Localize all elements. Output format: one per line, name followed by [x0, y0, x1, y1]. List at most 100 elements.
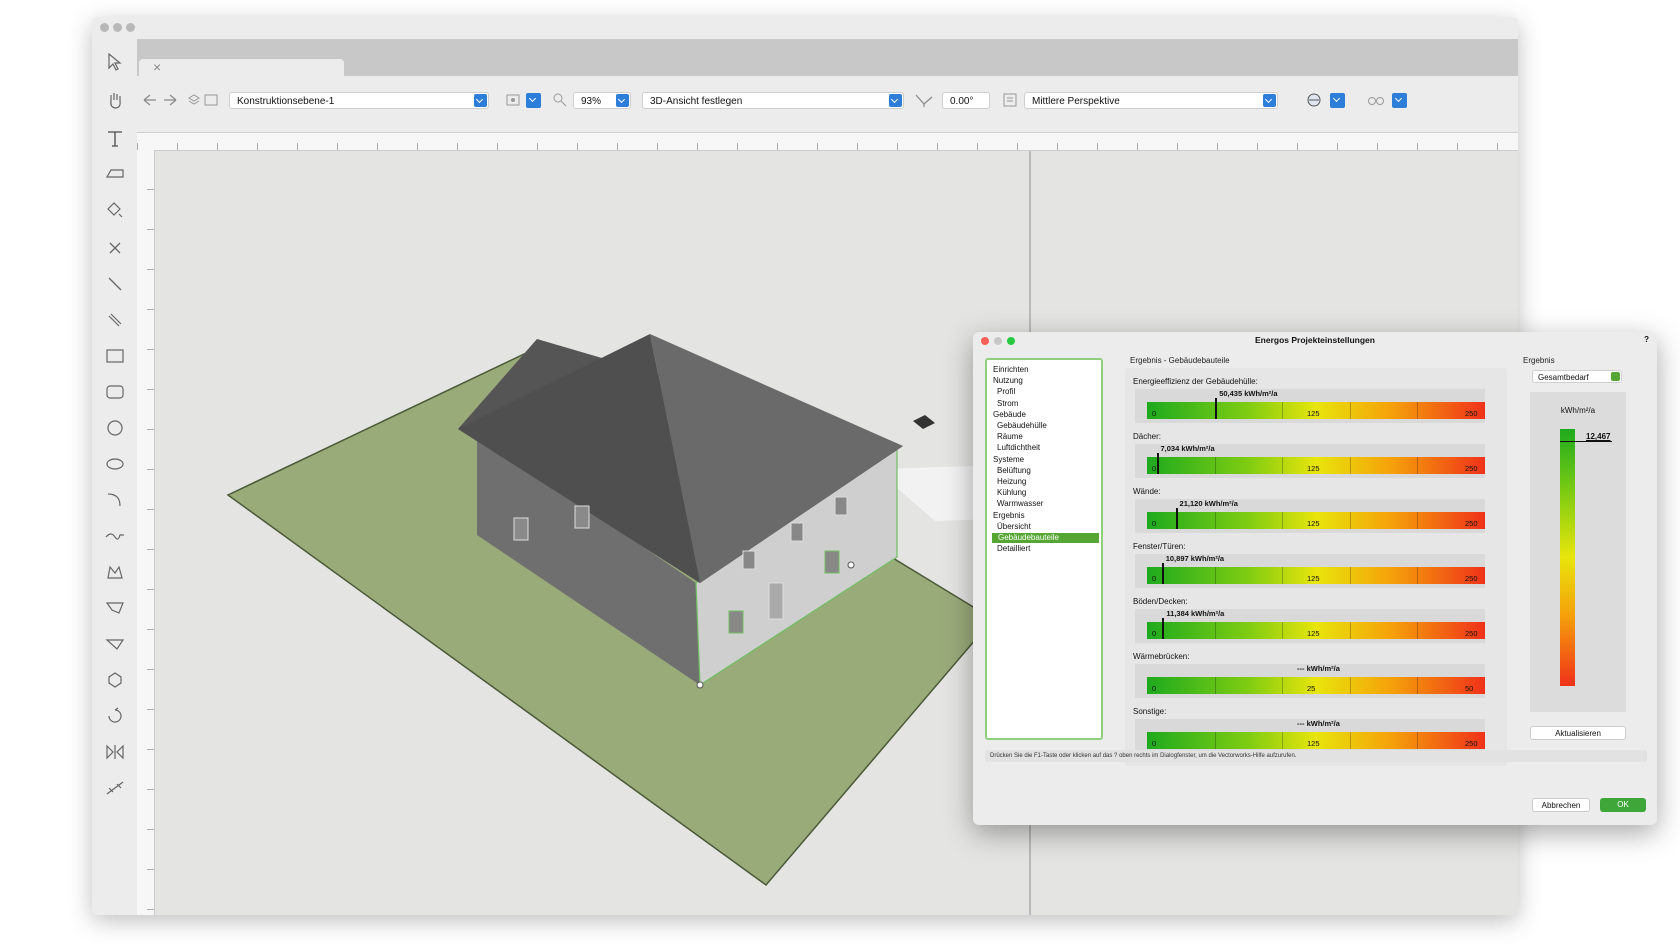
dialog-title: Energos Projekteinstellungen [1255, 335, 1375, 345]
help-button[interactable]: ? [1644, 335, 1649, 344]
projection-icon[interactable] [1002, 92, 1018, 108]
front-door [768, 582, 784, 620]
bar-gridline [1417, 677, 1419, 694]
circle-tool-icon[interactable] [100, 413, 130, 443]
nav-item[interactable]: Gebäudebauteile [992, 533, 1099, 543]
nav-item[interactable]: Strom [997, 399, 1018, 409]
bar-gridline [1282, 622, 1284, 639]
nav-item[interactable]: Luftdichtheit [997, 443, 1040, 453]
axis-tick-label: 125 [1307, 629, 1320, 638]
visibility-glasses-icon[interactable] [1367, 92, 1385, 108]
layer-select-value: Konstruktionsebene-1 [237, 96, 335, 107]
callout-tool-icon[interactable] [100, 159, 130, 189]
nav-item[interactable]: Ergebnis [993, 511, 1025, 521]
component-bar-track: 7,034 kWh/m²/a 0 125 250 [1135, 444, 1485, 478]
nav-item[interactable]: Systeme [993, 455, 1024, 465]
cancel-button[interactable]: Abbrechen [1532, 798, 1590, 812]
nav-item[interactable]: Detailliert [997, 544, 1030, 554]
rotate-plane-icon[interactable] [914, 92, 934, 108]
bar-gridline [1282, 457, 1284, 474]
rounded-rectangle-tool-icon[interactable] [100, 377, 130, 407]
dialog-zoom-button[interactable] [1007, 337, 1015, 345]
perspective-select-value: Mittlere Perspektive [1032, 96, 1120, 107]
double-line-tool-icon[interactable] [100, 305, 130, 335]
render-mode-dropdown[interactable] [526, 93, 541, 108]
arc-tool-icon[interactable] [100, 485, 130, 515]
layers-icon[interactable] [187, 93, 219, 107]
nav-item[interactable]: Warmwasser [997, 499, 1043, 509]
lighting-icon[interactable] [1305, 91, 1323, 109]
pan-tool-icon[interactable] [100, 85, 130, 115]
nav-item[interactable]: Gebäudehülle [997, 421, 1047, 431]
bar-gridline [1282, 732, 1284, 749]
regular-polygon-tool-icon[interactable] [100, 665, 130, 695]
bar-gridline [1349, 567, 1351, 584]
view-select[interactable]: 3D-Ansicht festlegen [642, 92, 904, 109]
zoom-window-button[interactable] [126, 23, 135, 32]
nav-item[interactable]: Kühlung [997, 488, 1026, 498]
bar-gridline [1214, 457, 1216, 474]
view-bar: Konstruktionsebene-1 93% 3D-Ansicht fest… [137, 76, 1518, 133]
delete-tool-icon[interactable] [100, 233, 130, 263]
close-window-button[interactable] [100, 23, 109, 32]
text-tool-icon[interactable] [100, 123, 130, 153]
axis-tick-label: 125 [1307, 739, 1320, 748]
update-button[interactable]: Aktualisieren [1530, 726, 1626, 740]
total-demand-gauge: kWh/m²/a 12,467 [1530, 392, 1626, 712]
selection-tool-icon[interactable] [100, 47, 130, 77]
bar-gridline [1417, 457, 1419, 474]
nav-item[interactable]: Übersicht [997, 522, 1031, 532]
polyline-tool-icon[interactable] [100, 557, 130, 587]
nav-item[interactable]: Gebäude [993, 410, 1026, 420]
zoom-field[interactable]: 93% [573, 92, 631, 109]
render-mode-icon[interactable] [505, 93, 521, 107]
fill-tool-icon[interactable] [100, 195, 130, 225]
minimize-window-button[interactable] [113, 23, 122, 32]
nav-item[interactable]: Räume [997, 432, 1023, 442]
spiral-tool-icon[interactable] [100, 701, 130, 731]
perspective-select[interactable]: Mittlere Perspektive [1024, 92, 1278, 109]
section-title: Ergebnis - Gebäudebauteile [1130, 356, 1230, 365]
result-type-select[interactable]: Gesamtbedarf [1532, 370, 1622, 383]
value-marker [1156, 453, 1159, 474]
axis-tick-label: 250 [1465, 519, 1478, 528]
component-bar-track: 10,897 kWh/m²/a 0 125 250 [1135, 554, 1485, 588]
component-bar: --- kWh/m²/a 0 25 50 [1147, 664, 1485, 694]
nav-item[interactable]: Belüftung [997, 466, 1031, 476]
angle-field[interactable]: 0.00° [942, 92, 990, 109]
document-tab[interactable]: × [139, 59, 344, 76]
layer-select[interactable]: Konstruktionsebene-1 [229, 92, 489, 109]
freehand-tool-icon[interactable] [100, 521, 130, 551]
bar-gridline [1349, 457, 1351, 474]
component-label: Fenster/Türen: [1133, 542, 1186, 551]
nav-item[interactable]: Einrichten [993, 365, 1029, 375]
double-polygon-tool-icon[interactable] [100, 629, 130, 659]
axis-tick-label: 0 [1152, 684, 1157, 693]
bar-gridline [1417, 732, 1419, 749]
dialog-minimize-button[interactable] [994, 337, 1002, 345]
ok-button[interactable]: OK [1600, 798, 1646, 812]
window-front-4 [728, 610, 744, 634]
zoom-icon[interactable] [552, 92, 568, 108]
lighting-dropdown[interactable] [1330, 93, 1345, 108]
selection-handle [696, 681, 704, 689]
mirror-tool-icon[interactable] [100, 737, 130, 767]
navigate-back-forward-icon[interactable] [142, 92, 178, 108]
dialog-close-button[interactable] [981, 337, 989, 345]
oval-tool-icon[interactable] [100, 449, 130, 479]
dimension-tool-icon[interactable] [100, 773, 130, 803]
line-tool-icon[interactable] [100, 269, 130, 299]
rectangle-tool-icon[interactable] [100, 341, 130, 371]
bar-gridline [1349, 402, 1351, 419]
nav-item[interactable]: Profil [997, 387, 1015, 397]
zoom-value: 93% [581, 96, 602, 107]
value-marker [1175, 508, 1178, 529]
bar-gridline [1214, 512, 1216, 529]
axis-tick-label: 250 [1465, 739, 1478, 748]
nav-item[interactable]: Nutzung [993, 376, 1023, 386]
close-tab-icon[interactable]: × [153, 59, 161, 76]
nav-item[interactable]: Heizung [997, 477, 1026, 487]
visibility-dropdown[interactable] [1392, 93, 1407, 108]
polygon-tool-icon[interactable] [100, 593, 130, 623]
view-select-value: 3D-Ansicht festlegen [650, 96, 743, 107]
